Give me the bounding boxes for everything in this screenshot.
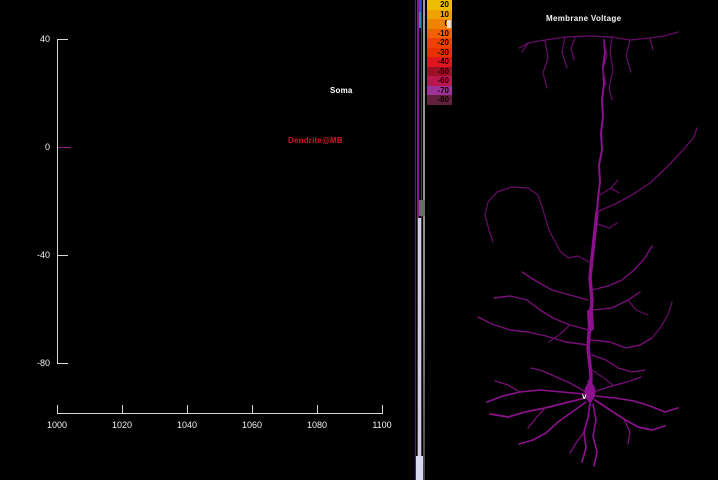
colorbar-entry: -30 <box>427 47 452 57</box>
dendrite-segment <box>494 380 521 393</box>
y-tick <box>58 39 68 40</box>
dendrite-segment <box>625 39 632 73</box>
x-tick <box>252 405 253 413</box>
dendrite-segment <box>591 245 653 291</box>
y-tick <box>58 255 68 256</box>
neuron-morphology <box>477 31 698 467</box>
colorbar-entry: 20 <box>427 0 452 10</box>
colorbar-entry: -80 <box>427 95 452 105</box>
x-tick <box>317 405 318 413</box>
trace-label-soma[interactable]: Soma <box>330 86 353 95</box>
dendrite-segment <box>521 271 589 301</box>
voltage-graph-window[interactable]: 40 0 -40 -80 1000 1020 1040 1060 1080 1100 Soma … <box>0 0 414 480</box>
dendrite-segment <box>489 397 586 418</box>
dendrite-segment <box>599 179 619 196</box>
window-strip-fragment <box>419 200 425 216</box>
dendrite-segment <box>651 301 673 339</box>
x-axis-line <box>57 413 383 414</box>
x-tick-label: 1080 <box>306 420 328 430</box>
colorbar-entry: -70 <box>427 85 452 95</box>
x-tick <box>382 405 383 413</box>
dendrite-segment <box>570 37 576 61</box>
squeezed-window-strip[interactable] <box>414 0 427 480</box>
window-edge-line <box>415 0 416 480</box>
shape-plot-title: Membrane Voltage <box>546 14 622 23</box>
x-tick-label: 1100 <box>372 420 392 430</box>
colorbar-entry: -60 <box>427 76 452 86</box>
dendrite-segment <box>569 431 585 454</box>
y-tick-label: -40 <box>36 250 50 260</box>
x-tick-label: 1040 <box>176 420 198 430</box>
dendrite-segment <box>596 127 698 213</box>
dendrite-segment <box>595 376 642 392</box>
dendrite-segment <box>591 369 615 387</box>
window-strip-fragment <box>418 218 421 480</box>
dendrite-segment <box>493 295 590 331</box>
x-tick <box>57 405 58 413</box>
dendrite-segment <box>477 316 589 346</box>
dendrite-segment <box>627 299 649 316</box>
dendrite-segment <box>608 36 614 101</box>
dendrite-segment <box>592 403 598 467</box>
dendrite-segment <box>518 401 587 445</box>
soma-voltage-marker[interactable]: v <box>582 392 586 401</box>
x-tick-label: 1020 <box>111 420 133 430</box>
y-tick-label: 40 <box>39 34 50 44</box>
text-cursor <box>447 20 451 28</box>
dendrite-segment <box>590 337 653 349</box>
dendrite-segment <box>587 309 594 331</box>
colorbar-entry: -20 <box>427 38 452 48</box>
colorbar-entry: -50 <box>427 66 452 76</box>
x-tick <box>187 405 188 413</box>
dendrite-segment <box>649 37 654 51</box>
y-tick <box>58 363 68 364</box>
dendrite-segment <box>591 354 646 373</box>
window-strip-fragment <box>419 0 421 12</box>
window-edge-line <box>423 0 425 480</box>
dendrite-segment <box>542 39 549 89</box>
dendrite-segment <box>592 291 641 311</box>
y-tick-label: 0 <box>44 142 50 152</box>
neuron-desktop: 40 0 -40 -80 1000 1020 1040 1060 1080 1100 Soma … <box>0 0 718 480</box>
x-tick-label: 1060 <box>241 420 263 430</box>
window-strip-fragment <box>419 12 421 28</box>
colorbar-entry: 10 <box>427 9 452 19</box>
dendrite-segment <box>594 399 666 431</box>
shape-plot-window[interactable]: 20100-10-20-30-40-50-60-70-80 Membrane V… <box>427 0 718 480</box>
dendrite-segment <box>518 31 679 49</box>
window-edge-line <box>421 0 422 480</box>
colorbar-entry: -40 <box>427 57 452 67</box>
dendrite-segment <box>484 186 590 263</box>
x-tick <box>122 405 123 413</box>
x-tick-label: 1000 <box>46 420 68 430</box>
y-tick <box>58 147 71 148</box>
voltage-colorbar: 20100-10-20-30-40-50-60-70-80 <box>427 0 452 105</box>
dendrite-segment <box>486 389 585 403</box>
dendrite-segment <box>561 36 568 69</box>
dendrite-segment <box>597 222 618 229</box>
dendrite-segment <box>530 367 585 392</box>
colorbar-entry: -10 <box>427 28 452 38</box>
dendrite-segment <box>610 187 620 194</box>
trace-label-dendrite[interactable]: Dendrite@MB <box>288 136 343 145</box>
window-strip-fragment <box>416 456 423 480</box>
y-tick-label: -80 <box>36 358 50 368</box>
y-axis-line <box>57 39 58 364</box>
